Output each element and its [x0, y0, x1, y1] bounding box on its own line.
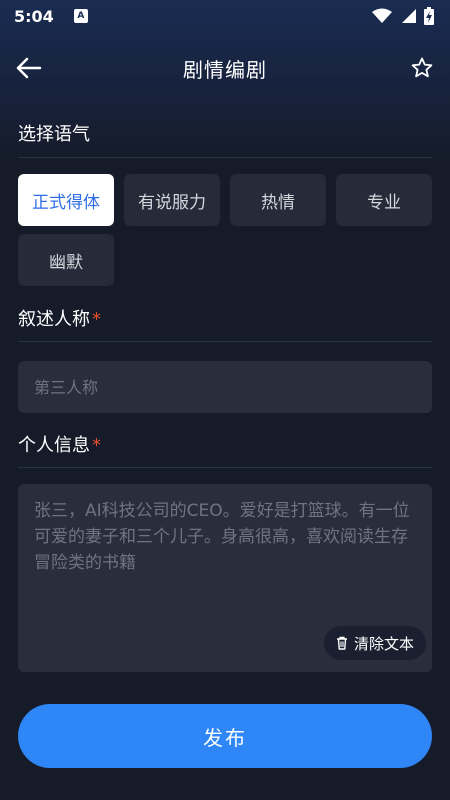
publish-button[interactable]: 发布 — [18, 704, 432, 768]
info-label-text: 个人信息 — [18, 435, 90, 456]
clear-text-label: 清除文本 — [353, 634, 414, 653]
required-mark: * — [92, 309, 101, 330]
publish-label: 发布 — [203, 725, 247, 750]
tone-chip-professional[interactable]: 专业 — [336, 174, 432, 226]
tone-chip-formal[interactable]: 正式得体 — [18, 174, 114, 226]
narrator-label-text: 叙述人称 — [18, 309, 90, 330]
cellular-signal-icon — [402, 9, 416, 23]
trash-icon — [336, 636, 347, 650]
status-time: 5:04 — [14, 6, 54, 26]
header: 剧情编剧 — [0, 40, 450, 96]
divider — [18, 467, 432, 468]
star-outline-icon — [411, 57, 433, 78]
notification-icon: A — [73, 9, 88, 23]
narrator-input[interactable] — [18, 361, 432, 413]
navigation-bar — [0, 792, 450, 800]
divider — [18, 157, 432, 158]
divider — [18, 341, 432, 342]
battery-charging-icon — [424, 7, 434, 25]
info-section-label: 个人信息 * — [18, 431, 101, 457]
page-title: 剧情编剧 — [183, 57, 267, 82]
back-button[interactable] — [14, 54, 44, 82]
status-icons — [372, 7, 434, 25]
tone-section-label: 选择语气 — [18, 120, 90, 146]
arrow-left-icon — [16, 57, 42, 79]
tone-chip-humorous[interactable]: 幽默 — [18, 234, 114, 286]
tone-chip-enthusiastic[interactable]: 热情 — [230, 174, 326, 226]
screen: 5:04 A 剧情编剧 选择语气 正式得体 有说服力 热情 专业 幽默 叙述人称… — [0, 0, 450, 800]
status-bar: 5:04 A — [0, 0, 450, 32]
narrator-section-label: 叙述人称 * — [18, 305, 101, 331]
required-mark: * — [92, 435, 101, 456]
clear-text-button[interactable]: 清除文本 — [324, 626, 426, 660]
favorite-button[interactable] — [410, 56, 434, 80]
tone-label-text: 选择语气 — [18, 124, 90, 145]
wifi-icon — [372, 8, 392, 23]
tone-chip-persuasive[interactable]: 有说服力 — [124, 174, 220, 226]
